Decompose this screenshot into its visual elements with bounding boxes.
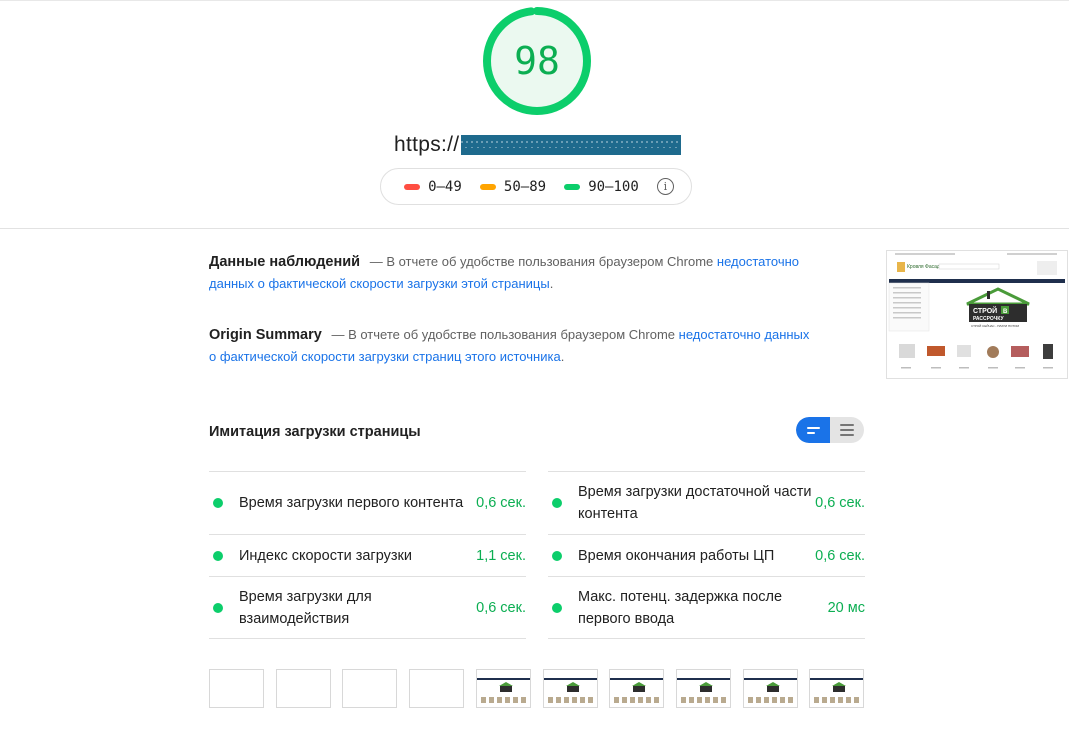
frame-mini-top (677, 670, 730, 680)
frame-mini-prods (681, 697, 727, 703)
field-data-title: Данные наблюдений (209, 254, 361, 270)
legend-average-swatch (479, 183, 496, 190)
pass-dot-icon (213, 602, 223, 613)
thumb-logo-line2: РАССРОЧКУ (973, 316, 1004, 322)
legend-fail: 0–49 (404, 179, 462, 195)
metrics-column-right: Время загрузки достаточной части контент… (548, 471, 865, 639)
metric-time-to-interactive: Время загрузки для взаимодействия 0,6 се… (209, 576, 526, 639)
frame-logo (632, 682, 646, 692)
filmstrip-frame-loaded (743, 669, 798, 708)
frame-logo (566, 682, 580, 692)
top-rule (0, 0, 1069, 1)
metric-label: Индекс скорости загрузки (239, 547, 412, 564)
frame-mini-top (544, 670, 597, 680)
final-screenshot-thumbnail: Кровля Фасад СТРОЙ В РАССРОЧКУ СТРОЙ СЕЙ… (886, 250, 1068, 379)
legend-pass-label: 90–100 (588, 178, 639, 195)
frame-logo (699, 682, 713, 692)
expanded-bar-3 (840, 434, 854, 436)
metric-value: 0,6 сек. (815, 547, 865, 564)
metric-max-potential-fid: Макс. потенц. задержка после первого вво… (548, 576, 865, 639)
filmstrip-frame-loaded (676, 669, 731, 708)
expanded-bar-1 (840, 424, 854, 426)
metric-first-contentful-paint: Время загрузки первого контента 0,6 сек. (209, 471, 526, 534)
thumb-brand: Кровля Фасад (907, 264, 940, 270)
field-data-text: В отчете об удобстве пользования браузер… (386, 254, 714, 269)
origin-summary-dash: — (331, 327, 345, 342)
pass-dot-icon (213, 550, 223, 561)
origin-summary-text: В отчете об удобстве пользования браузер… (348, 327, 676, 342)
frame-mini-prods (748, 697, 794, 703)
frame-mini-top (744, 670, 797, 680)
metric-value: 0,6 сек. (476, 495, 526, 511)
view-expanded-button[interactable] (830, 417, 864, 443)
metric-label: Время окончания работы ЦП (578, 547, 775, 564)
frame-mini-prods (481, 697, 527, 703)
metric-value: 20 мс (827, 599, 865, 616)
legend-pass-swatch (564, 183, 581, 190)
metric-label: Макс. потенц. задержка после первого вво… (578, 588, 783, 627)
filmstrip-frame-loaded (476, 669, 531, 708)
pass-dot-icon (552, 498, 562, 508)
metrics-view-toggle[interactable] (796, 417, 864, 443)
filmstrip-frame-blank (342, 669, 397, 708)
compact-bar-1 (806, 426, 820, 429)
pass-dot-icon (552, 602, 562, 613)
pass-dot-icon (213, 498, 223, 508)
filmstrip-frame-blank (276, 669, 331, 708)
origin-summary-title: Origin Summary (209, 327, 322, 343)
legend-pass: 90–100 (564, 179, 639, 195)
origin-summary-section: Origin Summary — В отчете об удобстве по… (209, 324, 814, 368)
field-data-section: Данные наблюдений — В отчете об удобстве… (209, 251, 814, 295)
frame-logo (499, 682, 513, 692)
legend-average: 50–89 (479, 178, 547, 195)
final-screenshot-image: Кровля Фасад СТРОЙ В РАССРОЧКУ СТРОЙ СЕЙ… (887, 251, 1067, 378)
legend-average-label: 50–89 (503, 178, 547, 195)
info-icon[interactable]: i (656, 178, 674, 195)
performance-score-gauge: 98 (481, 5, 593, 117)
lab-data-title: Имитация загрузки страницы (209, 424, 421, 440)
filmstrip-frame-blank (409, 669, 464, 708)
score-value: 98 (514, 39, 560, 83)
metric-label: Время загрузки достаточной части контент… (578, 484, 812, 522)
metric-value: 0,6 сек. (815, 495, 865, 511)
compact-bar-2 (806, 431, 815, 434)
tested-url: https:// (394, 131, 682, 159)
url-redacted (461, 135, 682, 155)
frame-mini-prods (548, 697, 594, 703)
loading-filmstrip (209, 669, 864, 709)
field-data-end: . (549, 276, 554, 291)
filmstrip-frame-loaded (543, 669, 598, 708)
section-divider (0, 228, 1069, 229)
metric-label: Время загрузки для взаимодействия (239, 588, 372, 627)
metric-speed-index: Индекс скорости загрузки 1,1 сек. (209, 534, 526, 576)
thumb-tagline: СТРОЙ СЕЙЧАС - ПЛАТИ ПОТОМ (971, 324, 1019, 328)
frame-mini-prods (614, 697, 660, 703)
thumb-logo-badge: В (1003, 309, 1008, 315)
frame-mini-prods (814, 697, 860, 703)
origin-summary-end: . (560, 349, 565, 364)
filmstrip-frame-loaded (809, 669, 864, 708)
filmstrip-frame-blank (209, 669, 264, 708)
frame-logo (766, 682, 780, 692)
metrics-column-left: Время загрузки первого контента 0,6 сек.… (209, 471, 526, 639)
metric-first-meaningful-paint: Время загрузки достаточной части контент… (548, 471, 865, 534)
frame-mini-top (810, 670, 863, 680)
frame-logo (832, 682, 846, 692)
frame-mini-top (610, 670, 663, 680)
filmstrip-frame-loaded (609, 669, 664, 708)
view-compact-button[interactable] (796, 417, 830, 443)
field-data-dash: — (369, 254, 383, 269)
metric-value: 1,1 сек. (476, 547, 526, 564)
pass-dot-icon (552, 550, 562, 561)
score-legend: 0–49 50–89 90–100 i (380, 168, 692, 205)
expanded-bar-2 (840, 429, 854, 431)
legend-fail-swatch (404, 183, 421, 190)
legend-fail-label: 0–49 (428, 178, 462, 195)
frame-mini-top (477, 670, 530, 680)
url-prefix: https:// (394, 133, 460, 156)
metric-value: 0,6 сек. (476, 599, 526, 616)
metric-label: Время загрузки первого контента (239, 495, 464, 511)
thumb-logo-line1: СТРОЙ (973, 306, 997, 315)
metric-first-cpu-idle: Время окончания работы ЦП 0,6 сек. (548, 534, 865, 576)
